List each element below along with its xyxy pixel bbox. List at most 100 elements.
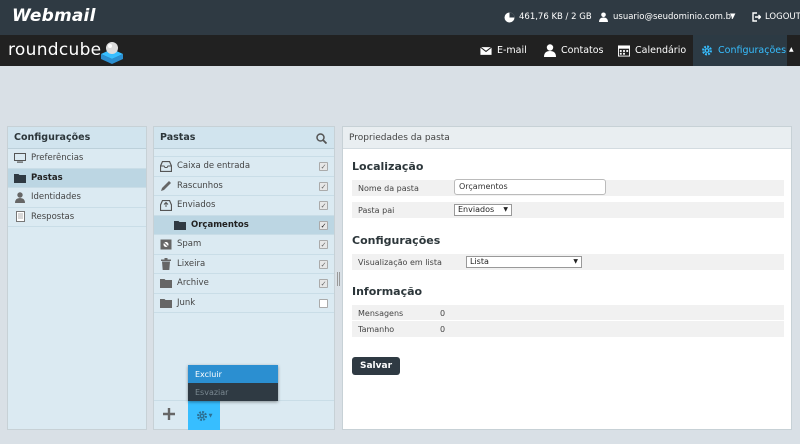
folder-archive[interactable]: Archive ✓	[154, 274, 334, 294]
pie-chart-icon	[503, 11, 515, 23]
subscribe-checkbox[interactable]: ✓	[319, 162, 328, 171]
folder-properties-panel: Propriedades da pasta Localização Nome d…	[342, 126, 792, 430]
subscribe-checkbox[interactable]: ✓	[319, 259, 328, 269]
subscribe-checkbox[interactable]: ✓	[319, 279, 328, 288]
parent-folder-label: Pasta pai	[358, 205, 395, 215]
user-email: usuario@seudominio.com.br	[613, 12, 735, 22]
panel-splitter[interactable]	[337, 272, 340, 286]
gear-icon	[701, 45, 713, 57]
spam-icon	[160, 238, 172, 250]
list-view-select[interactable]: Lista	[466, 256, 582, 268]
settings-sidebar: Configurações Preferências Pastas Identi…	[7, 126, 147, 430]
folder-label: Caixa de entrada	[177, 161, 251, 172]
section-info-title: Informação	[352, 285, 423, 298]
sidebar-item-identities[interactable]: Identidades	[8, 188, 146, 208]
folder-trash[interactable]: Lixeira ✓	[154, 255, 334, 274]
folder-label: Spam	[177, 239, 202, 250]
folders-panel-title: Pastas	[160, 132, 196, 143]
chevron-down-icon[interactable]: ▼	[730, 12, 735, 20]
top-bar: Webmail 461,76 KB / 2 GB usuario@seudomi…	[0, 0, 800, 35]
quota-indicator: 461,76 KB / 2 GB	[503, 11, 592, 23]
save-button[interactable]: Salvar	[352, 357, 400, 375]
list-view-label: Visualização em lista	[358, 257, 442, 267]
logout-button[interactable]: LOGOUT	[750, 11, 800, 23]
chevron-down-icon: ▼	[208, 412, 213, 419]
inbox-icon	[160, 160, 172, 172]
menu-item-empty: Esvaziar	[195, 387, 229, 397]
list-view-row: Visualização em lista Lista	[352, 253, 784, 270]
monitor-icon	[14, 152, 26, 164]
search-icon[interactable]	[315, 132, 327, 144]
logout-label: LOGOUT	[765, 12, 800, 22]
nav-calendar-label: Calendário	[635, 45, 687, 56]
folder-spam[interactable]: Spam ✓	[154, 235, 334, 255]
nav-email[interactable]: E-mail	[472, 35, 535, 66]
roundcube-cube-icon	[99, 40, 125, 64]
folder-actions-menu: Excluir Esvaziar	[188, 365, 278, 401]
folder-sent[interactable]: Enviados ✓	[154, 196, 334, 216]
logout-icon	[750, 11, 762, 23]
add-folder-button[interactable]	[162, 407, 176, 421]
person-icon	[14, 191, 26, 203]
subscribe-checkbox[interactable]: ✓	[319, 201, 328, 210]
sidebar-item-label: Pastas	[31, 172, 63, 183]
nav-contacts[interactable]: Contatos	[536, 35, 612, 66]
sidebar-item-label: Identidades	[31, 192, 81, 203]
menu-item-delete[interactable]: Excluir	[188, 365, 278, 383]
calendar-icon	[618, 44, 630, 57]
folder-junk[interactable]: Junk	[154, 294, 334, 313]
folder-label: Archive	[177, 278, 209, 289]
sidebar-item-responses[interactable]: Respostas	[8, 208, 146, 227]
settings-sidebar-title: Configurações	[8, 127, 146, 149]
folder-label: Rascunhos	[177, 180, 223, 191]
pencil-icon	[160, 180, 172, 192]
folder-properties-title: Propriedades da pasta	[343, 127, 791, 149]
size-value: 0	[440, 324, 446, 334]
subscribe-checkbox[interactable]: ✓	[319, 220, 328, 230]
gear-icon	[196, 410, 208, 422]
sidebar-item-preferences[interactable]: Preferências	[8, 149, 146, 169]
subscribe-checkbox[interactable]: ✓	[319, 181, 328, 191]
nav-email-label: E-mail	[497, 45, 527, 56]
folder-actions-button[interactable]: ▼	[188, 401, 220, 430]
folder-label: Lixeira	[177, 258, 206, 269]
folder-icon	[160, 297, 172, 309]
folder-name-input[interactable]: Orçamentos	[454, 179, 606, 195]
person-icon	[544, 44, 556, 57]
folders-toolbar: ▼	[154, 400, 334, 430]
size-label: Tamanho	[358, 324, 395, 334]
messages-row: Mensagens 0	[352, 304, 784, 321]
folder-inbox[interactable]: Caixa de entrada ✓	[154, 157, 334, 177]
folder-label: Enviados	[177, 200, 216, 211]
folders-panel-header: Pastas	[154, 127, 334, 149]
sidebar-item-folders[interactable]: Pastas	[8, 168, 146, 188]
nav-settings-label: Configurações	[718, 45, 787, 56]
brand-logo: Webmail	[12, 6, 96, 26]
nav-contacts-label: Contatos	[561, 45, 604, 56]
document-icon	[14, 211, 26, 223]
envelope-icon	[480, 45, 492, 57]
sidebar-item-label: Respostas	[31, 211, 75, 222]
nav-calendar[interactable]: Calendário	[610, 35, 694, 66]
subscribe-checkbox[interactable]: ✓	[319, 240, 328, 249]
sent-icon	[160, 199, 172, 211]
folder-label: Junk	[177, 297, 196, 308]
section-settings-title: Configurações	[352, 234, 441, 247]
subscribe-checkbox[interactable]	[319, 298, 328, 308]
folder-label: Orçamentos	[191, 219, 249, 230]
size-row: Tamanho 0	[352, 320, 784, 337]
folder-name-label: Nome da pasta	[358, 183, 419, 193]
triangle-up-icon[interactable]: ▲	[789, 46, 794, 53]
user-menu[interactable]: usuario@seudominio.com.br	[597, 11, 735, 23]
folder-drafts[interactable]: Rascunhos ✓	[154, 177, 334, 196]
messages-label: Mensagens	[358, 308, 404, 318]
quota-text: 461,76 KB / 2 GB	[519, 12, 592, 22]
nav-settings[interactable]: Configurações	[693, 35, 787, 66]
trash-icon	[160, 257, 172, 270]
parent-folder-row: Pasta pai Enviados	[352, 201, 784, 218]
folder-budgets[interactable]: Orçamentos ✓	[154, 215, 334, 235]
folder-icon	[160, 277, 172, 289]
folder-name-row: Nome da pasta Orçamentos	[352, 179, 784, 196]
parent-folder-select[interactable]: Enviados	[454, 204, 512, 216]
folder-icon	[14, 172, 26, 184]
